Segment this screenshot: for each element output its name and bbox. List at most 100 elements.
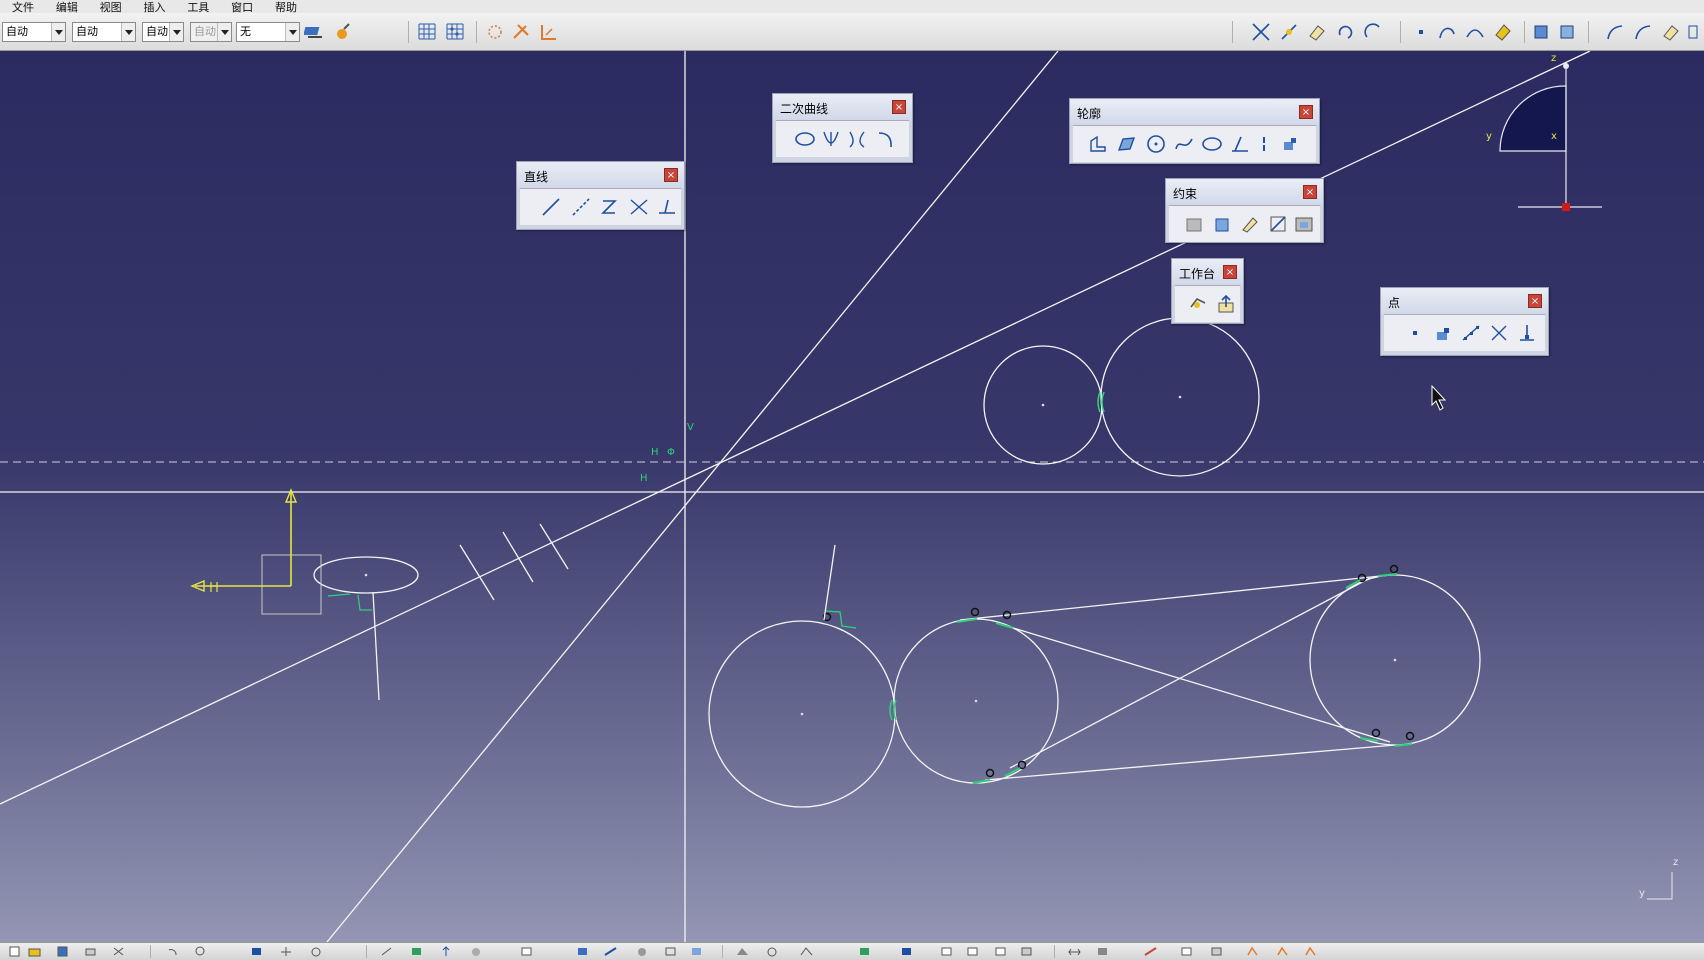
menu-file[interactable]: 文件 — [12, 2, 34, 13]
menu-edit[interactable]: 编辑 — [56, 2, 78, 13]
compass-handle[interactable] — [1562, 203, 1570, 211]
part-icon[interactable] — [858, 946, 871, 957]
axis-icon[interactable] — [1253, 133, 1275, 155]
rectangle-icon[interactable] — [1115, 133, 1137, 155]
close-icon[interactable]: × — [664, 168, 678, 182]
conic-curve-icon[interactable] — [874, 128, 896, 150]
panel-titlebar[interactable]: 约束 × — [1166, 179, 1323, 205]
thickness-select[interactable]: 自动 — [142, 22, 184, 42]
window-icon[interactable] — [690, 946, 703, 957]
auto-constraint-icon[interactable] — [1293, 213, 1315, 235]
zoom-icon[interactable] — [194, 946, 207, 957]
diagonal-line[interactable] — [326, 51, 1059, 942]
panel-titlebar[interactable]: 工作台 × — [1172, 259, 1243, 285]
hyperbola-icon[interactable] — [846, 128, 868, 150]
close-icon[interactable]: × — [1299, 105, 1313, 119]
groove-icon[interactable] — [1020, 946, 1033, 957]
menu-view[interactable]: 视图 — [100, 2, 122, 13]
new-icon[interactable] — [8, 946, 21, 957]
pad-icon[interactable] — [940, 946, 953, 957]
snap-grid-icon[interactable] — [444, 21, 466, 43]
panel-titlebar[interactable]: 点 × — [1381, 288, 1548, 314]
arrow-left-right-icon[interactable] — [1068, 946, 1081, 957]
fillet-icon[interactable] — [1632, 21, 1654, 43]
chamfer-icon[interactable] — [1660, 21, 1682, 43]
layer-select[interactable]: 无 — [236, 22, 300, 42]
sheet-icon[interactable] — [1492, 21, 1514, 43]
parabola-icon[interactable] — [820, 128, 842, 150]
tools-icon[interactable] — [800, 946, 813, 957]
shaft-icon[interactable] — [994, 946, 1007, 957]
pocket-icon[interactable] — [966, 946, 979, 957]
menu-help[interactable]: 帮助 — [275, 2, 297, 13]
arc-icon[interactable] — [1604, 21, 1626, 43]
sketch-analysis-icon[interactable] — [1530, 21, 1552, 43]
spray-icon[interactable] — [332, 21, 354, 43]
panel-titlebar[interactable]: 二次曲线 × — [773, 94, 912, 120]
sketch-icon[interactable] — [900, 946, 913, 957]
point-icon[interactable] — [1279, 133, 1301, 155]
settings-icon[interactable] — [766, 946, 779, 957]
hole-icon[interactable] — [1096, 946, 1109, 957]
undo-icon[interactable] — [166, 946, 179, 957]
conic-icon[interactable] — [1464, 21, 1486, 43]
toolbar-overflow-icon[interactable] — [1686, 21, 1702, 43]
hide-show-icon[interactable] — [520, 946, 533, 957]
format-painter-icon[interactable] — [304, 21, 326, 43]
infinite-line-icon[interactable] — [570, 196, 592, 218]
sketch-geometry[interactable] — [0, 51, 1704, 942]
panel-titlebar[interactable]: 直线 × — [517, 162, 684, 188]
panel-titlebar[interactable]: 轮廓 × — [1070, 99, 1319, 125]
line-icon[interactable] — [540, 196, 562, 218]
point-icon[interactable] — [1410, 21, 1432, 43]
construction-geometry-icon[interactable] — [484, 21, 506, 43]
spline-icon[interactable] — [1436, 21, 1458, 43]
fix-together-icon[interactable] — [1267, 213, 1289, 235]
sketch-workbench-icon[interactable] — [1187, 293, 1209, 315]
sphere-icon[interactable] — [636, 946, 649, 957]
ellipse-icon[interactable] — [794, 128, 816, 150]
normal-view-icon[interactable] — [380, 946, 393, 957]
menu-tools[interactable]: 工具 — [187, 2, 209, 13]
rotate-view-icon[interactable] — [310, 946, 323, 957]
line-toolbar-panel[interactable]: 直线 × — [516, 161, 685, 230]
point-style-select[interactable]: 自动 — [190, 22, 232, 42]
tangent-line[interactable] — [959, 574, 1391, 621]
shading-icon[interactable] — [470, 946, 483, 957]
conic-toolbar-panel[interactable]: 二次曲线 × — [772, 93, 913, 163]
line-icon[interactable] — [1229, 133, 1251, 155]
workbench-toolbar-panel[interactable]: 工作台 × — [1171, 258, 1244, 324]
normal-line-icon[interactable] — [656, 196, 678, 218]
break-icon[interactable] — [1278, 21, 1300, 43]
projection-point-icon[interactable] — [1516, 322, 1538, 344]
constraint-toolbar-panel[interactable]: 约束 × — [1165, 178, 1324, 243]
constraint-dialog-icon[interactable] — [1183, 213, 1205, 235]
tangent-line[interactable] — [999, 623, 1391, 743]
swap-visible-icon[interactable] — [576, 946, 589, 957]
bisecting-line-icon[interactable] — [628, 196, 650, 218]
exit-workbench-icon[interactable] — [1556, 21, 1578, 43]
exit-workbench-icon[interactable] — [1215, 293, 1237, 315]
diagonal-line[interactable] — [0, 51, 1591, 805]
circle-icon[interactable] — [1145, 133, 1167, 155]
linetype-select[interactable]: 自动 — [72, 22, 136, 42]
open-icon[interactable] — [28, 946, 41, 957]
cut-icon[interactable] — [112, 946, 125, 957]
eraser-icon[interactable] — [1306, 21, 1328, 43]
rotate-icon[interactable] — [1334, 21, 1356, 43]
line[interactable] — [823, 544, 836, 621]
analysis-icon[interactable] — [1144, 946, 1157, 957]
menu-insert[interactable]: 插入 — [143, 2, 165, 13]
view-up-icon[interactable] — [440, 946, 453, 957]
bitangent-line-icon[interactable] — [598, 196, 620, 218]
point-by-coordinates-icon[interactable] — [1432, 322, 1454, 344]
point-toolbar-panel[interactable]: 点 × — [1380, 287, 1549, 356]
grid-view-icon[interactable] — [664, 946, 677, 957]
mirror-icon[interactable] — [1362, 21, 1384, 43]
close-icon[interactable]: × — [1528, 294, 1542, 308]
equidistant-points-icon[interactable] — [1460, 322, 1482, 344]
pan-icon[interactable] — [280, 946, 293, 957]
print-icon[interactable] — [84, 946, 97, 957]
grid-icon[interactable] — [416, 21, 438, 43]
dimension-tool-icon[interactable] — [1304, 946, 1317, 957]
